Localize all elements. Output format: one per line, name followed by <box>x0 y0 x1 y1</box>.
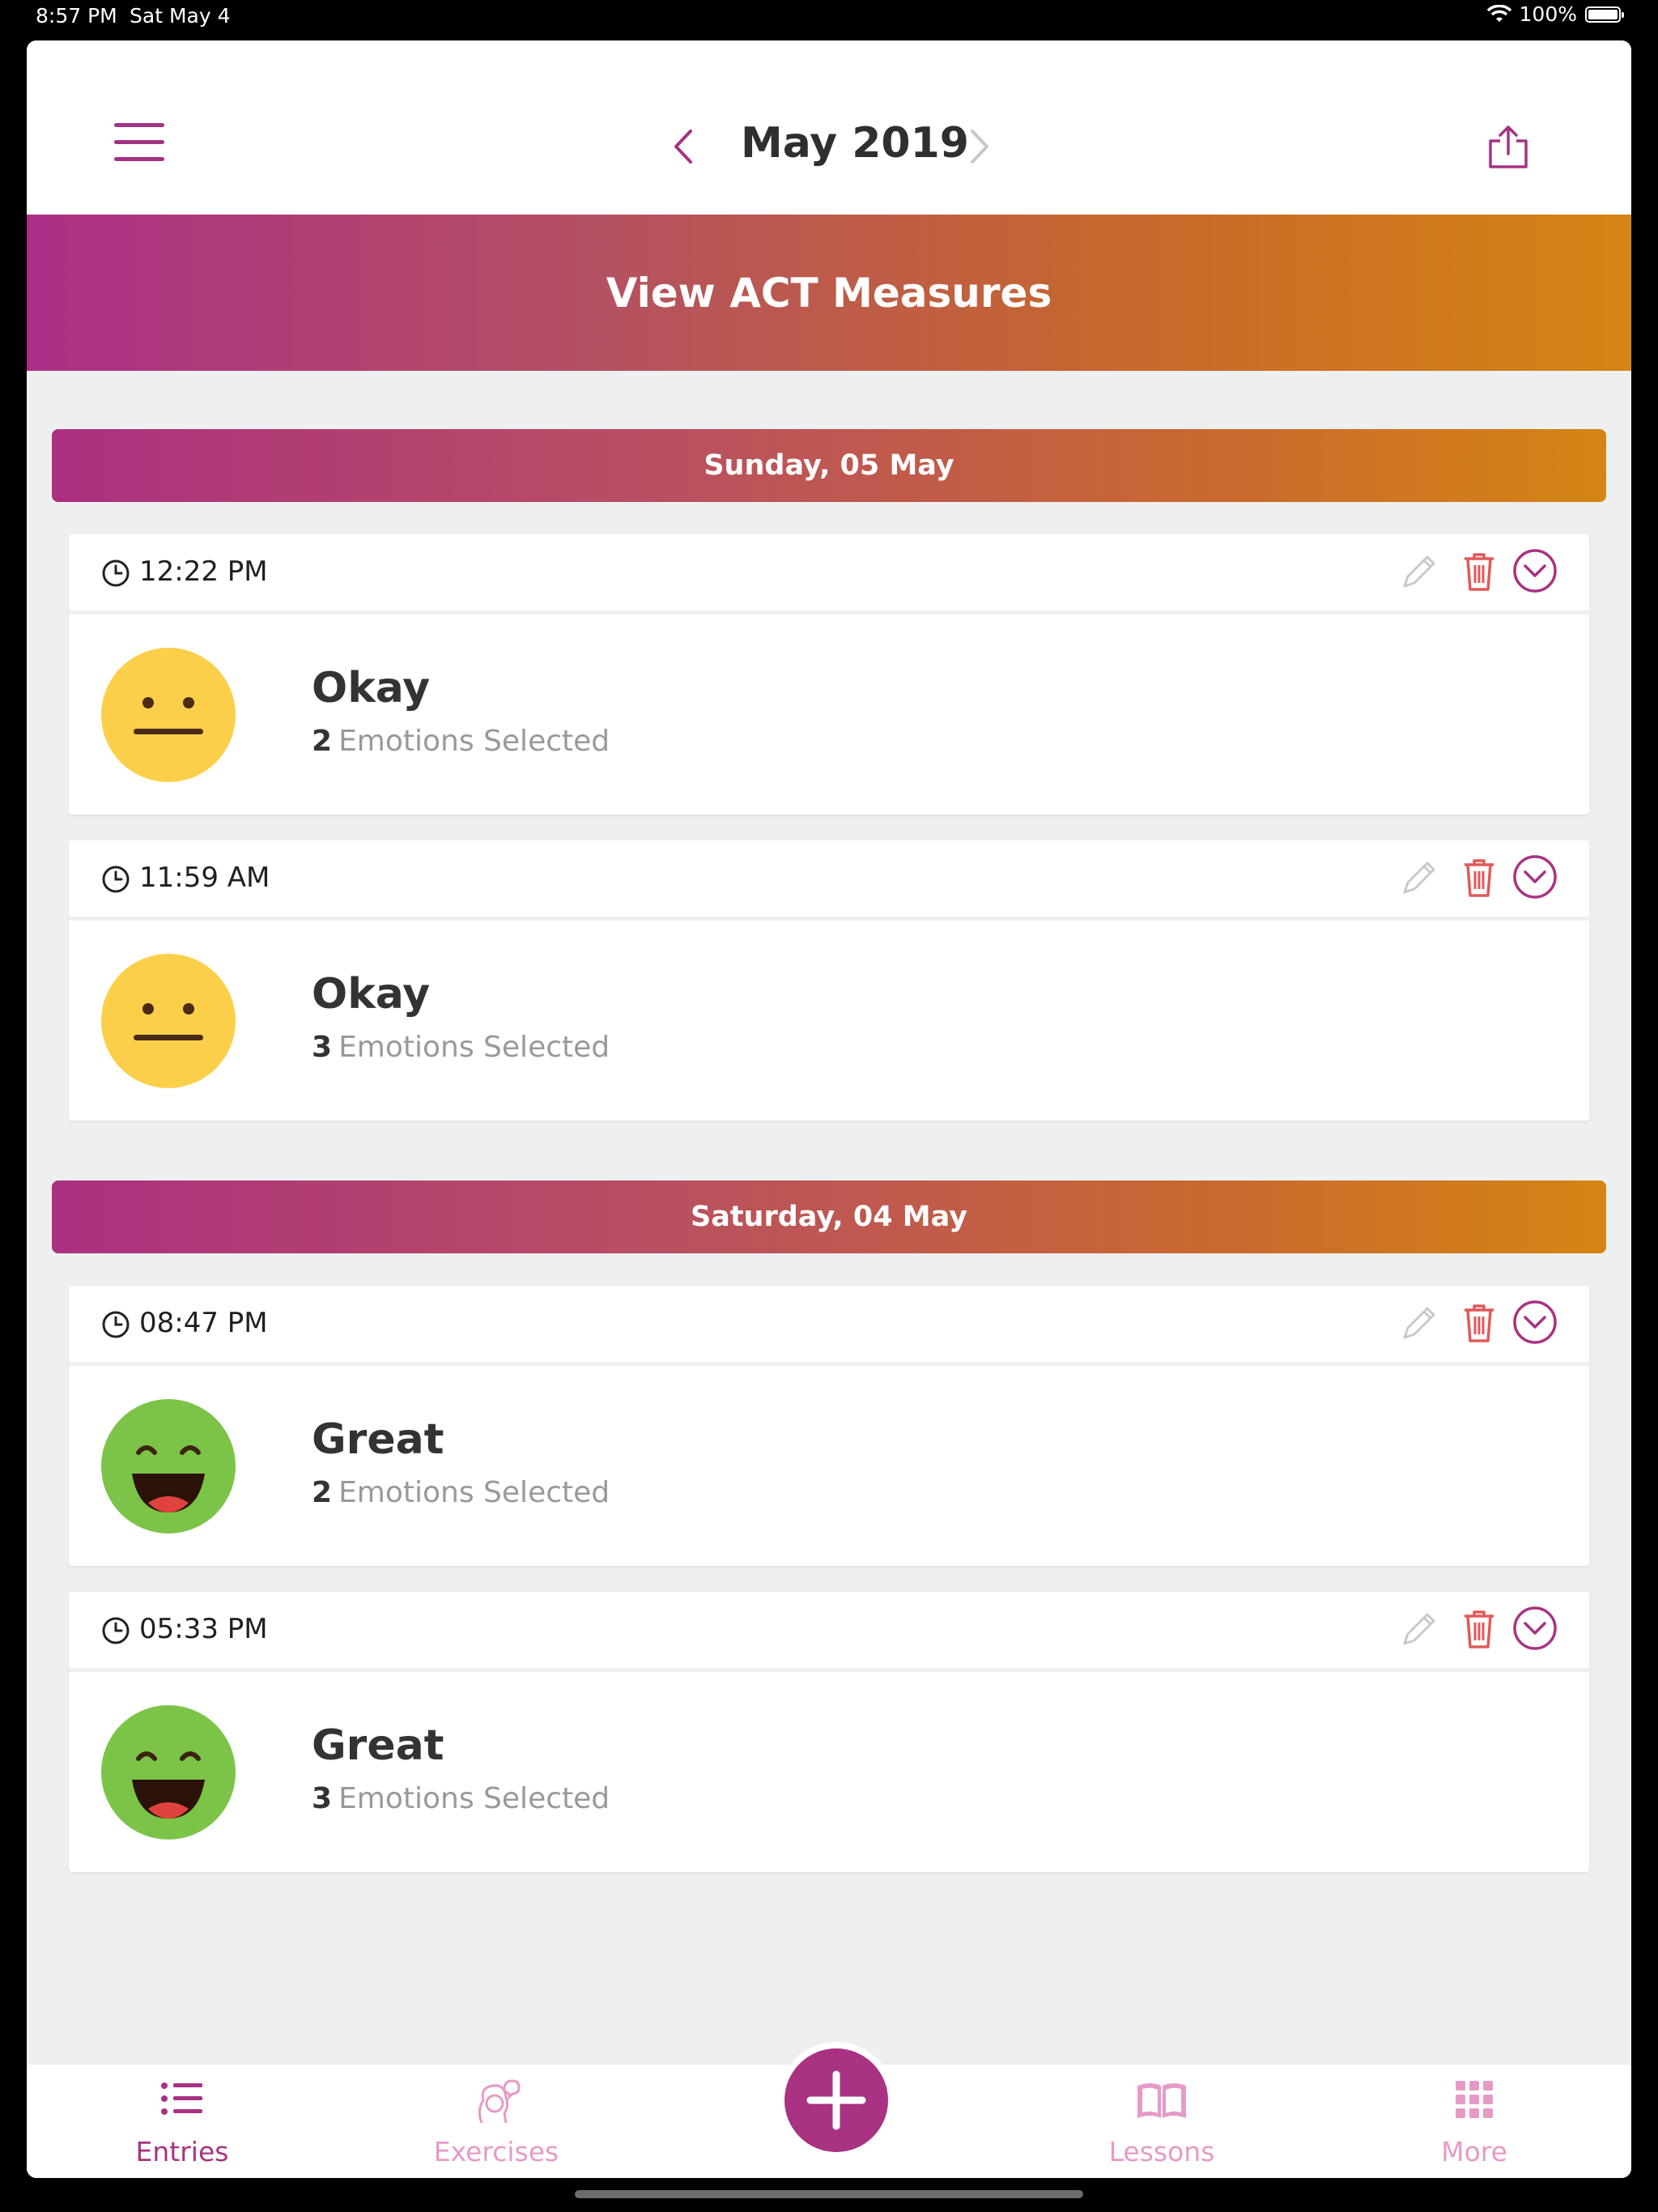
trash-icon[interactable] <box>1461 1608 1497 1650</box>
day-header: Sunday, 05 May <box>52 429 1606 502</box>
top-header: May 2019 <box>27 40 1631 215</box>
mood-label: Great <box>312 1415 444 1464</box>
emotions-text: Emotions Selected <box>338 725 610 758</box>
entry-time: 11:59 AM <box>139 861 270 894</box>
emotion-count: 3 <box>312 1782 333 1815</box>
add-entry-button[interactable] <box>784 2048 888 2152</box>
emotions-summary: 3 Emotions Selected <box>312 1782 610 1815</box>
day-header: Saturday, 04 May <box>52 1180 1606 1253</box>
entry-time: 12:22 PM <box>139 555 268 588</box>
tab-entries[interactable]: Entries <box>61 2065 304 2178</box>
emotion-count: 2 <box>312 725 333 758</box>
tab-label: Entries <box>135 2136 229 2167</box>
clock-icon <box>102 866 130 893</box>
home-indicator[interactable] <box>575 2190 1083 2198</box>
entry-header: 12:22 PM <box>69 534 1589 615</box>
edit-icon[interactable] <box>1397 1302 1440 1346</box>
status-bar: 8:57 PM Sat May 4 100% <box>0 0 1658 39</box>
tab-lessons[interactable]: Lessons <box>1040 2065 1283 2178</box>
next-month-icon[interactable] <box>963 126 995 167</box>
entry-time: 08:47 PM <box>139 1307 268 1339</box>
book-icon <box>1137 2083 1186 2118</box>
emotions-text: Emotions Selected <box>338 1031 610 1064</box>
plus-icon <box>806 2070 866 2130</box>
edit-icon[interactable] <box>1397 857 1440 900</box>
mood-label: Okay <box>312 664 431 713</box>
list-icon <box>161 2082 202 2115</box>
mood-label: Okay <box>312 970 431 1019</box>
emotions-summary: 3 Emotions Selected <box>312 1031 610 1064</box>
battery-icon <box>1585 6 1624 23</box>
chevron-down-icon[interactable] <box>1511 1299 1558 1346</box>
chevron-down-icon[interactable] <box>1511 547 1558 594</box>
clock-icon <box>102 1617 130 1644</box>
status-indicators: 100% <box>1486 2 1624 26</box>
tab-label: Exercises <box>433 2136 559 2167</box>
tab-more[interactable]: More <box>1353 2065 1596 2178</box>
entry-card[interactable]: 05:33 PM Great 3 Emotions Selected <box>69 1592 1589 1872</box>
trash-icon[interactable] <box>1461 551 1497 593</box>
clock-icon <box>102 559 130 587</box>
tab-label: More <box>1441 2136 1507 2167</box>
banner-label: View ACT Measures <box>606 269 1052 317</box>
tab-exercises[interactable]: Exercises <box>375 2065 618 2178</box>
status-date: Sat May 4 <box>130 4 231 28</box>
app-screen: May 2019 View ACT Measures Sunday, 05 Ma… <box>27 40 1631 2178</box>
entry-header: 05:33 PM <box>69 1592 1589 1672</box>
chevron-down-icon[interactable] <box>1511 853 1558 900</box>
share-icon[interactable] <box>1486 125 1531 170</box>
happy-face-icon <box>101 1399 236 1534</box>
person-thinking-icon <box>478 2079 521 2124</box>
entry-card[interactable]: 12:22 PM Okay 2 Emotions Selected <box>69 534 1589 815</box>
edit-icon[interactable] <box>1397 551 1440 594</box>
status-time: 8:57 PM <box>36 4 117 28</box>
grid-icon <box>1456 2081 1493 2118</box>
view-act-measures-button[interactable]: View ACT Measures <box>27 215 1631 371</box>
menu-icon[interactable] <box>114 121 166 164</box>
emotion-count: 2 <box>312 1476 333 1509</box>
emotions-summary: 2 Emotions Selected <box>312 725 610 758</box>
entry-card[interactable]: 11:59 AM Okay 3 Emotions Selected <box>69 840 1589 1121</box>
entry-header: 08:47 PM <box>69 1286 1589 1366</box>
entry-card[interactable]: 08:47 PM Great 2 Emotions Selected <box>69 1286 1589 1566</box>
entry-time: 05:33 PM <box>139 1613 268 1645</box>
happy-face-icon <box>101 1705 236 1840</box>
wifi-icon <box>1486 4 1511 22</box>
clock-icon <box>102 1311 130 1338</box>
tab-label: Lessons <box>1108 2136 1215 2167</box>
mood-label: Great <box>312 1721 444 1770</box>
trash-icon[interactable] <box>1461 857 1497 899</box>
chevron-down-icon[interactable] <box>1511 1605 1558 1652</box>
emotions-text: Emotions Selected <box>338 1476 610 1509</box>
edit-icon[interactable] <box>1397 1608 1440 1652</box>
battery-percent: 100% <box>1519 2 1577 26</box>
emotions-summary: 2 Emotions Selected <box>312 1476 610 1509</box>
emotions-text: Emotions Selected <box>338 1782 610 1815</box>
neutral-face-icon <box>101 954 236 1088</box>
emotion-count: 3 <box>312 1031 333 1064</box>
entry-header: 11:59 AM <box>69 840 1589 921</box>
neutral-face-icon <box>101 648 236 782</box>
trash-icon[interactable] <box>1461 1302 1497 1344</box>
